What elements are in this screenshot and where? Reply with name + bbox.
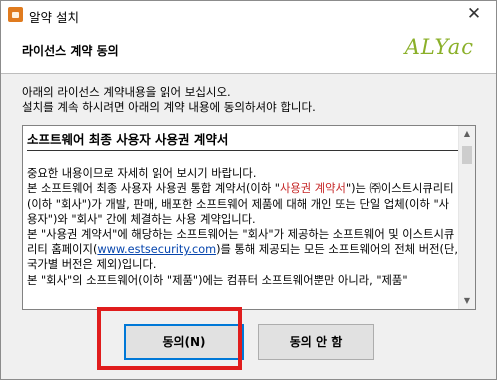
scroll-down-arrow-icon[interactable]: ▼ — [459, 293, 475, 309]
instruction-line-2: 설치를 계속 하시려면 아래의 계약 내용에 동의하셔야 합니다. — [22, 100, 316, 114]
header-panel: 라이선스 계약 동의 ALYac — [1, 29, 496, 74]
license-heading: 소프트웨어 최종 사용자 사용권 계약서 — [27, 126, 459, 152]
license-text-span: 본 소프트웨어 최종 사용자 사용권 통합 계약서(이하 " — [27, 182, 280, 196]
window-title: 알약 설치 — [29, 10, 79, 25]
vertical-scrollbar[interactable]: ▲ ▼ — [458, 126, 475, 309]
estsecurity-link[interactable]: www.estsecurity.com — [97, 243, 216, 256]
close-button[interactable]: ✕ — [452, 1, 496, 29]
license-paragraph-3: 본 "사용권 계약서"에 해당하는 소프트웨어는 "회사"가 제공하는 소프트웨… — [27, 227, 459, 273]
installer-window: 알약 설치 ✕ 라이선스 계약 동의 ALYac 아래의 라이선스 계약내용을 … — [0, 0, 497, 380]
agree-button[interactable]: 동의(N) — [124, 324, 244, 360]
license-paragraph-1: 중요한 내용이므로 자세히 읽어 보시기 바랍니다. — [27, 167, 257, 181]
instruction-line-1: 아래의 라이선스 계약내용을 읽어 보십시오. — [22, 85, 231, 99]
scroll-up-arrow-icon[interactable]: ▲ — [459, 126, 475, 142]
license-text: 소프트웨어 최종 사용자 사용권 계약서 중요한 내용이므로 자세히 읽어 보시… — [27, 126, 459, 288]
instructions: 아래의 라이선스 계약내용을 읽어 보십시오. 설치를 계속 하시려면 아래의 … — [22, 85, 316, 115]
license-paragraph-2: 본 소프트웨어 최종 사용자 사용권 통합 계약서(이하 "사용권 계약서")는… — [27, 181, 459, 227]
license-emphasis: 사용권 계약서 — [280, 182, 346, 196]
page-title: 라이선스 계약 동의 — [22, 44, 119, 58]
scroll-thumb[interactable] — [462, 146, 472, 164]
title-bar: 알약 설치 ✕ — [1, 1, 496, 29]
license-paragraph-4: 본 "회사"의 소프트웨어(이하 "제품")에는 컴퓨터 소프트웨어뿐만 아니라… — [27, 273, 408, 287]
app-icon — [8, 7, 23, 22]
alyac-logo: ALYac — [404, 35, 474, 59]
disagree-button[interactable]: 동의 안 함 — [258, 324, 374, 360]
license-textbox[interactable]: 소프트웨어 최종 사용자 사용권 계약서 중요한 내용이므로 자세히 읽어 보시… — [22, 125, 476, 310]
